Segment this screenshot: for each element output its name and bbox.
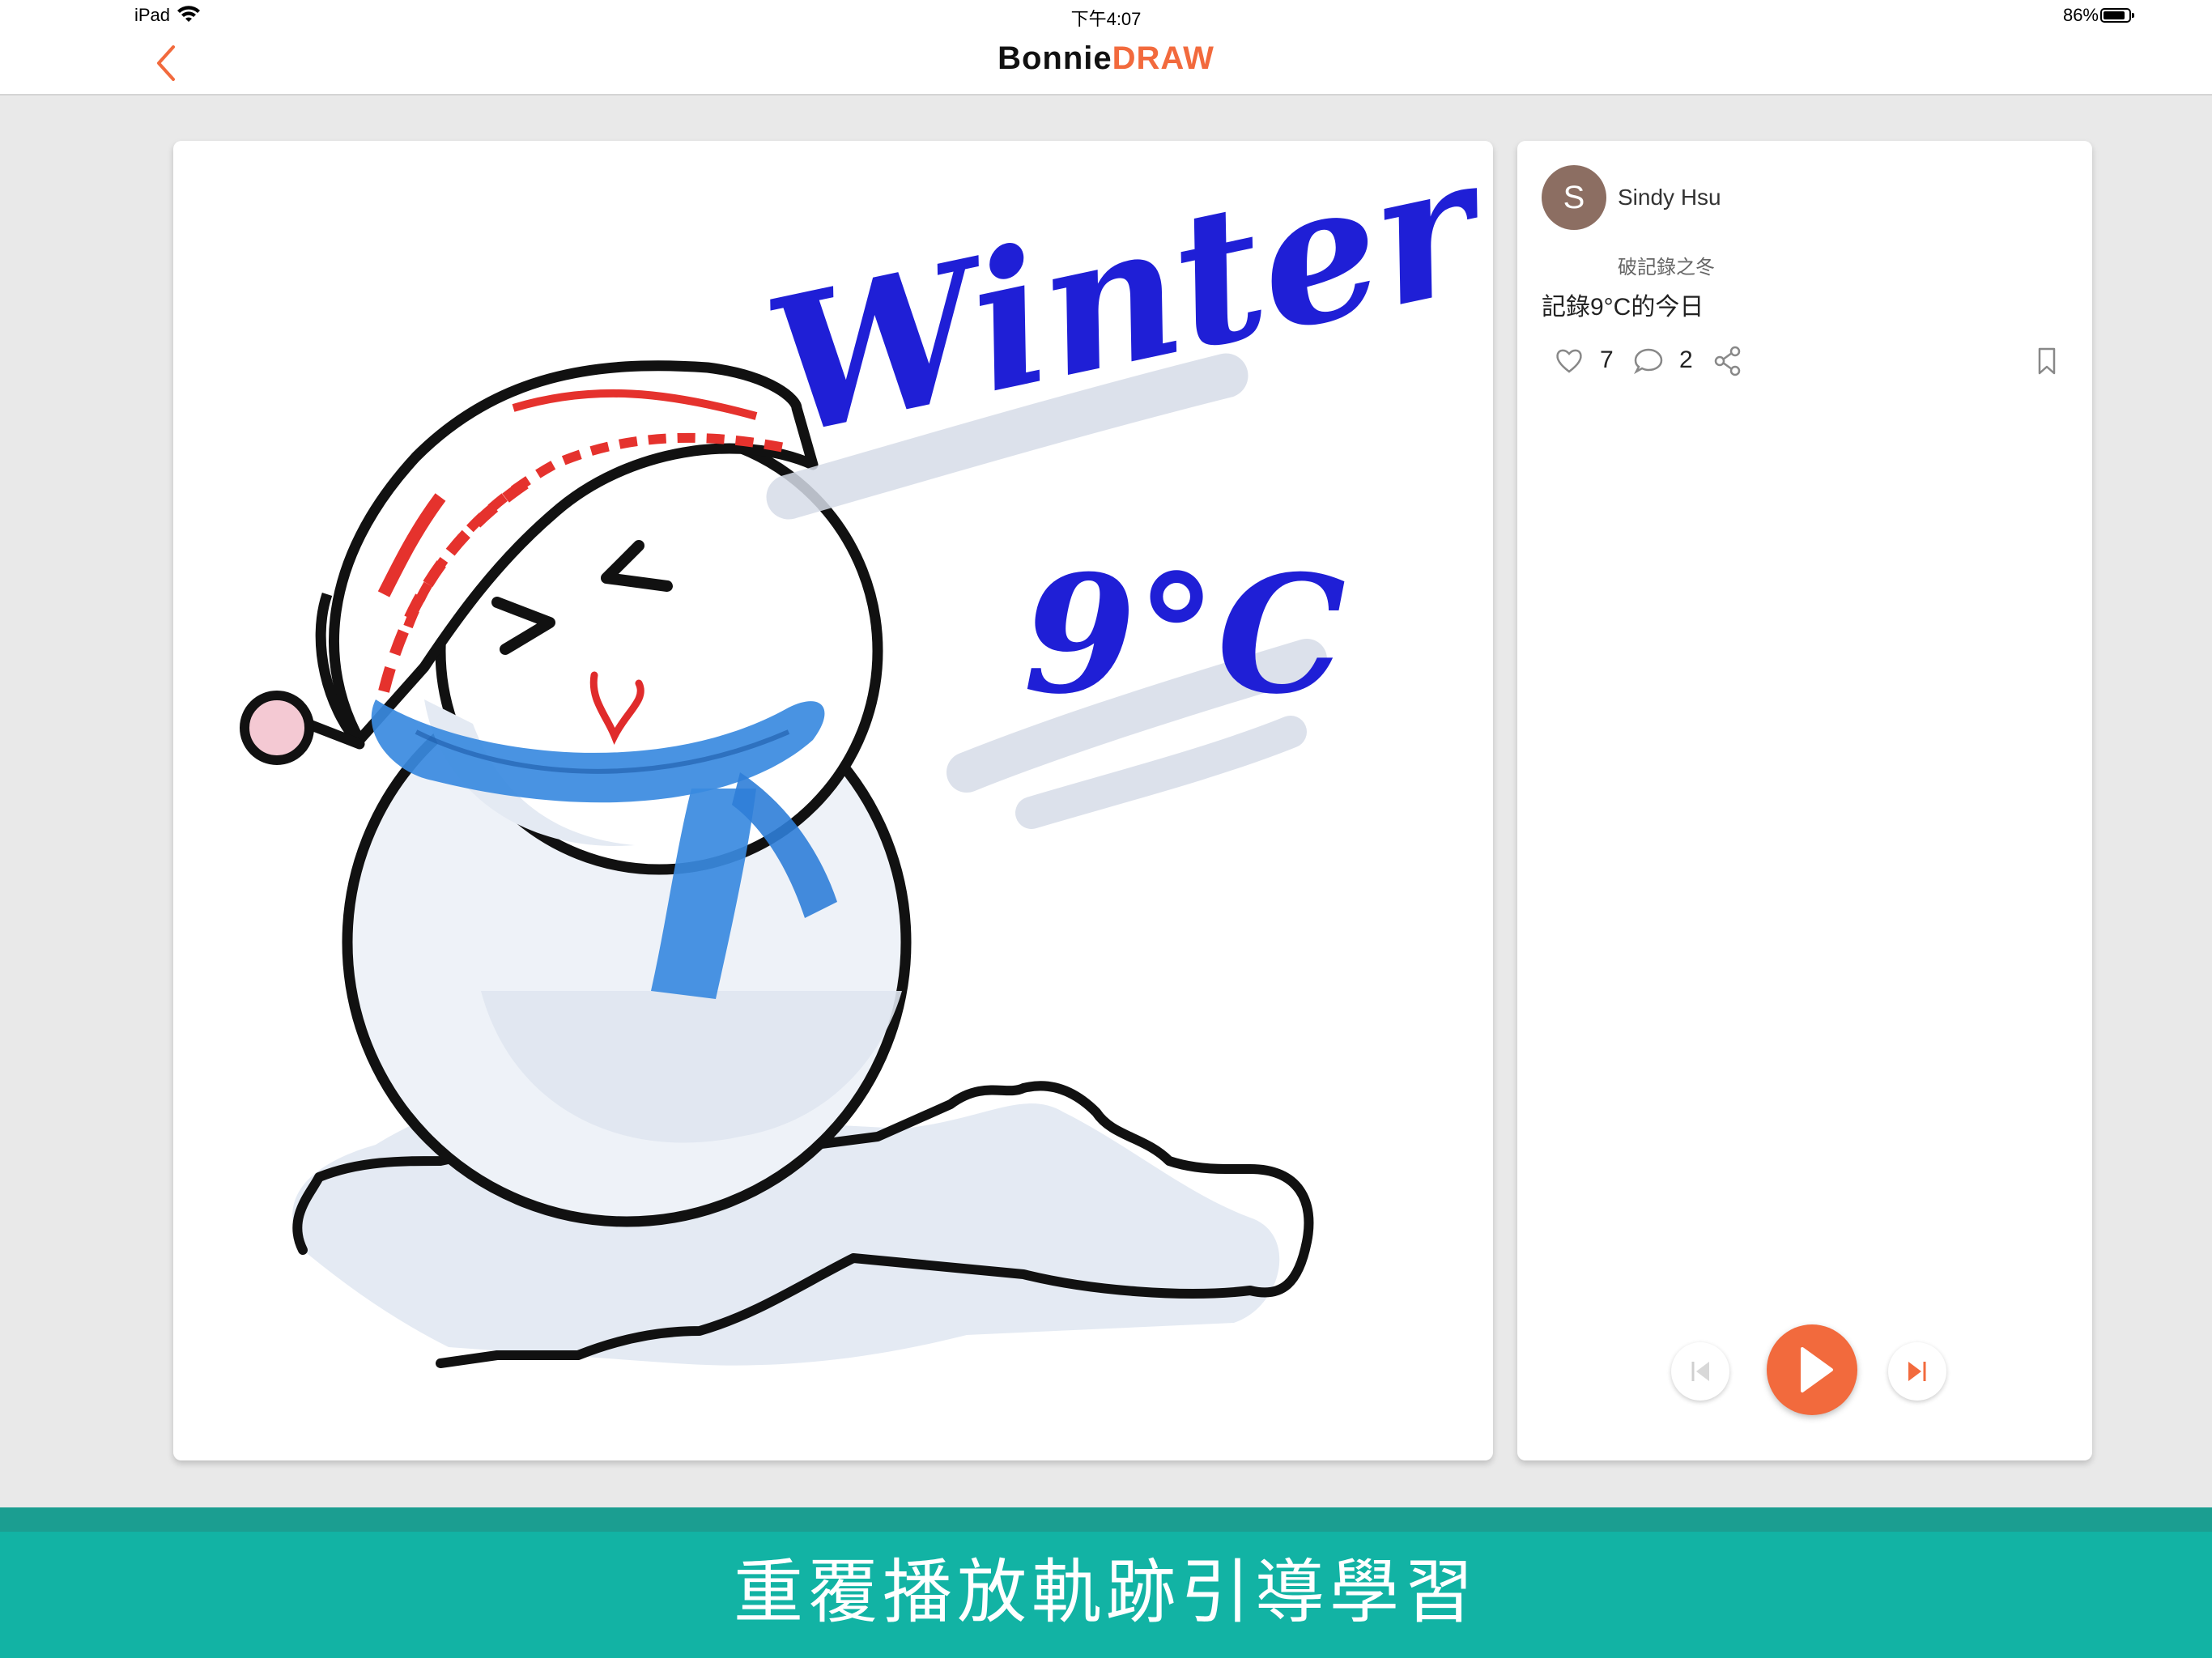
author-avatar[interactable]: S <box>1542 165 1606 230</box>
skip-back-icon <box>1691 1362 1709 1381</box>
battery-percentage: 86% <box>2062 5 2099 25</box>
stats-row: 7 2 <box>1553 345 2071 377</box>
logo-bonnie: Bonnie <box>998 40 1112 76</box>
author-name[interactable]: Sindy Hsu <box>1618 185 1721 210</box>
skip-forward-icon <box>1908 1362 1926 1381</box>
clock: 下午4:07 <box>1070 9 1142 29</box>
play-button[interactable] <box>1767 1324 1857 1415</box>
comment-icon[interactable] <box>1632 345 1665 377</box>
bookmark-icon[interactable] <box>2031 345 2063 377</box>
heart-icon[interactable] <box>1553 345 1585 377</box>
app-logo: BonnieDRAW <box>0 40 2212 77</box>
artwork-info-panel: S Sindy Hsu 破記錄之冬 記錄9°C的今日 7 2 <box>1517 141 2092 1460</box>
status-bar: iPad 下午4:07 86% <box>0 0 2212 32</box>
next-button[interactable] <box>1888 1342 1946 1401</box>
canvas-temperature: 9°C <box>1023 540 1346 730</box>
comments-count: 2 <box>1679 346 1693 373</box>
artwork-description: 記錄9°C的今日 <box>1542 294 1704 321</box>
previous-button[interactable] <box>1671 1342 1729 1401</box>
playback-controls <box>1671 1323 1946 1420</box>
promo-banner: 重覆播放軌跡引導學習 <box>0 1532 2212 1658</box>
canvas-word: Winter <box>751 141 1493 478</box>
navigation-bar: BonnieDRAW <box>0 32 2212 96</box>
artwork-drawing: Winter 9°C <box>240 141 1493 1368</box>
promo-banner-edge <box>0 1507 2212 1532</box>
artwork-canvas[interactable]: Winter 9°C <box>173 141 1493 1460</box>
hat-pompom <box>240 691 314 765</box>
play-icon <box>1801 1347 1833 1392</box>
likes-count: 7 <box>1600 346 1614 373</box>
share-icon[interactable] <box>1712 345 1744 377</box>
battery-icon <box>2100 8 2134 23</box>
artwork-title: 破記錄之冬 <box>1618 257 1715 278</box>
logo-draw: DRAW <box>1112 40 1214 76</box>
